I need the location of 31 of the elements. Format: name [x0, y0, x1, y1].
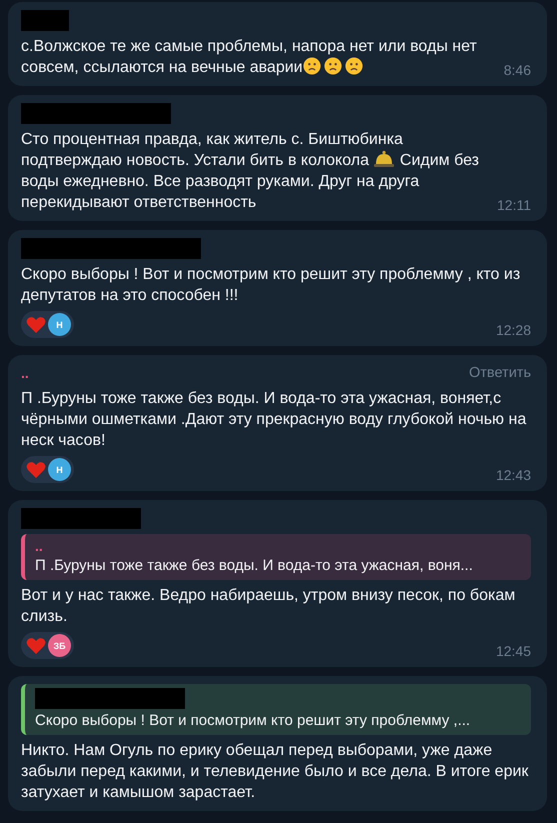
heart-icon: [26, 460, 46, 478]
frowning-face-icon: [302, 57, 321, 75]
frowning-face-icon: [324, 57, 342, 75]
message-text: Скоро выборы ! Вот и посмотрим кто решит эту проблемму , кто из депутатов на это способен !!!: [21, 265, 522, 306]
reply-link[interactable]: Ответить: [469, 365, 531, 381]
message-text: Вот и у нас также. Ведро набираешь, утром внизу песок, по бокам слизь.: [21, 586, 516, 627]
message-text: П .Буруны тоже также без воды. И вода-то эта ужасная, воняет,с чёрными ошметками .Дают эту прекрасную воду глубокой ночью на неск часов!: [21, 389, 528, 451]
reaction-chip[interactable]: Н: [21, 311, 74, 338]
message-text: с.Волжское те же самые проблемы, напора нет или воды нет совсем, ссылаются на вечные аварии: [21, 37, 478, 78]
bell-icon: [373, 150, 396, 168]
quote-text: П .Буруны тоже также без воды. И вода-то эта ужасная, воня...: [35, 556, 474, 576]
frowning-face-icon: [344, 57, 363, 75]
heart-icon: [26, 636, 46, 654]
heart-icon: [26, 316, 46, 334]
reaction-chip[interactable]: Н: [21, 456, 74, 483]
message-time: 12:45: [496, 643, 531, 659]
message-time: 12:28: [496, 322, 531, 338]
sender-name: ..: [21, 365, 29, 381]
reactor-avatar: ЗБ: [48, 634, 71, 657]
reactor-avatar: Н: [48, 458, 71, 481]
message-time: 8:46: [504, 62, 531, 78]
quoted-message[interactable]: Скоро выборы ! Вот и посмотрим кто решит эту проблемму ,...: [21, 684, 531, 735]
message-time: 12:43: [496, 467, 531, 483]
message-time: 12:11: [497, 197, 531, 213]
quote-text: Скоро выборы ! Вот и посмотрим кто решит эту проблемму ,...: [35, 711, 472, 731]
sender-name: ..: [35, 538, 44, 554]
reactor-avatar: Н: [48, 313, 71, 336]
message-text: Сто процентная правда, как житель с. Биштюбинка подтверждаю новость. Устали бить в колокола Сидим без воды ежедневно. Все разводят руками. Друг на друга перекидывают ответственность: [21, 130, 480, 213]
reaction-chip[interactable]: ЗБ: [21, 632, 74, 659]
quoted-message[interactable]: .. П .Буруны тоже также без воды. И вода-то эта ужасная, воня...: [21, 534, 531, 580]
message-text: Никто. Нам Огуль по ерику обещал перед выборами, уже даже забыли перед какими, и телевидение было и все дела. В итоге ерик затухает и камышом зарастает.: [21, 741, 530, 803]
